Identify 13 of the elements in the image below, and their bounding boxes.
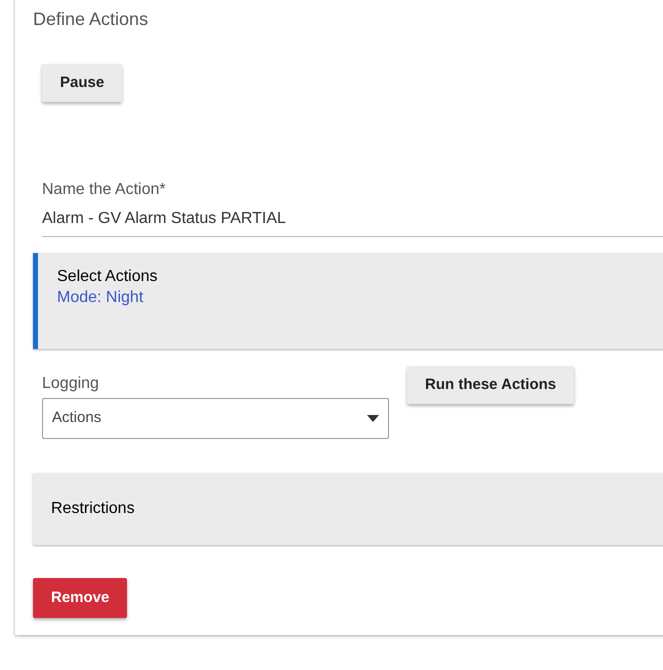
select-actions-panel[interactable]: Select Actions Mode: Night: [33, 253, 663, 349]
logging-select[interactable]: Actions: [42, 398, 389, 439]
field-label: Name the Action*: [42, 180, 167, 200]
name-field[interactable]: Alarm - GV Alarm Status PARTIAL: [42, 208, 663, 237]
dropdown-caret-icon: [367, 415, 379, 422]
section-title: Define Actions: [33, 8, 150, 31]
remove-button[interactable]: Remove: [33, 578, 128, 618]
pause-button[interactable]: Pause: [42, 64, 122, 102]
logging-label: Logging: [42, 374, 100, 394]
restrictions-panel[interactable]: Restrictions: [33, 473, 663, 545]
panel-title: Select Actions: [57, 267, 158, 287]
action-item[interactable]: Mode: Night: [57, 287, 663, 309]
run-actions-button[interactable]: Run these Actions: [407, 366, 574, 404]
